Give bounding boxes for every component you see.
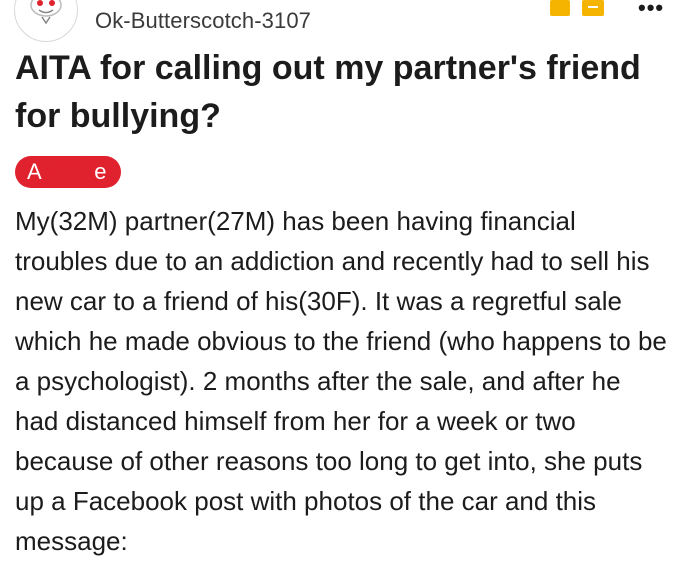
user-avatar[interactable] [14, 0, 78, 42]
post-body-text: My(32M) partner(27M) has been having fin… [15, 206, 667, 556]
more-options-icon[interactable]: ••• [638, 0, 664, 19]
archive-icon [582, 0, 604, 16]
redaction-mark [47, 158, 97, 188]
post-flair-badge[interactable]: A ole [15, 156, 121, 188]
post-title: AITA for calling out my partner's friend… [15, 49, 641, 135]
lock-icon [550, 0, 570, 16]
post-header: Ok-Butterscotch-3107 ••• [0, 0, 674, 44]
avatar-icon [16, 0, 76, 40]
post-author-username[interactable]: Ok-Butterscotch-3107 [95, 8, 311, 34]
